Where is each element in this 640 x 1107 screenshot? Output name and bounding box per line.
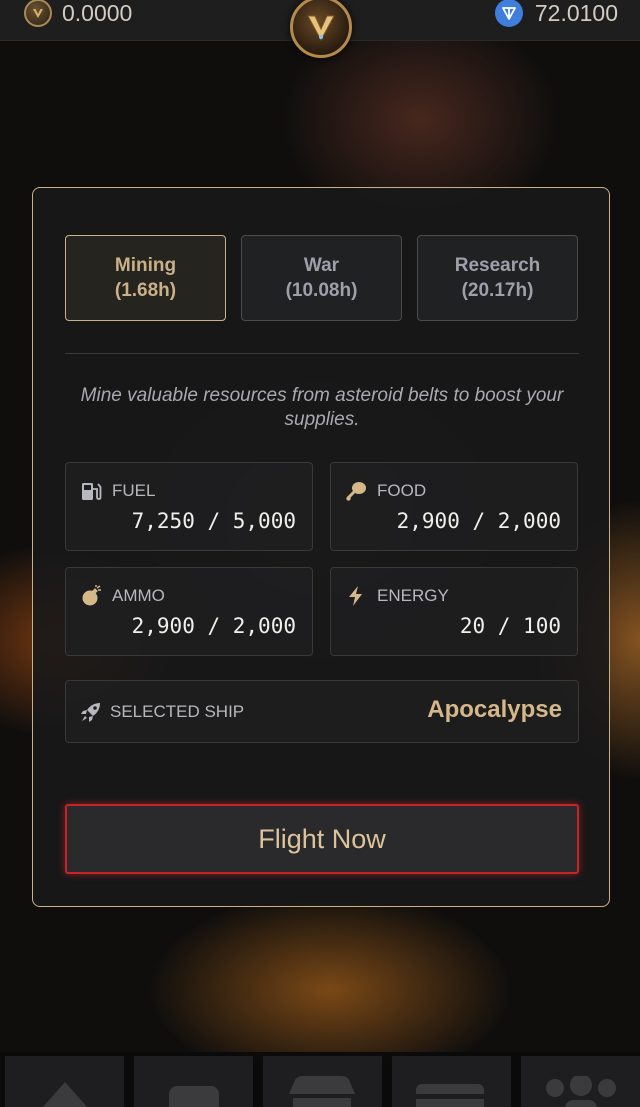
tab-label: Mining [114, 255, 177, 276]
wallet-icon [416, 1084, 484, 1107]
fuel-pump-icon [80, 480, 102, 502]
users-icon [546, 1076, 616, 1107]
nav-square[interactable] [134, 1056, 253, 1107]
resource-label: FUEL [112, 481, 156, 500]
tab-duration: (10.08h) [285, 280, 358, 301]
ship-name: Apocalypse [427, 696, 562, 723]
tab-research[interactable]: Research (20.17h) [417, 235, 578, 321]
bomb-icon [80, 585, 102, 607]
ship-label: SELECTED SHIP [110, 702, 245, 721]
resource-value: 7,250 / 5,000 [131, 509, 296, 533]
home-icon [42, 1082, 88, 1107]
tab-duration: (1.68h) [114, 280, 177, 301]
resource-value: 20 / 100 [459, 614, 561, 638]
nav-users[interactable] [521, 1056, 640, 1107]
mission-description: Mine valuable resources from asteroid be… [80, 385, 564, 430]
tab-mining[interactable]: Mining (1.68h) [65, 235, 226, 321]
v-emblem-icon[interactable] [290, 0, 352, 58]
store-icon [289, 1076, 355, 1107]
resource-label: AMMO [112, 586, 165, 605]
resource-value: 2,900 / 2,000 [131, 614, 296, 638]
v-balance-value: 0.0000 [62, 0, 133, 26]
rocket-icon [80, 701, 102, 723]
resource-ammo: AMMO 2,900 / 2,000 [65, 567, 313, 656]
v-coin-icon [24, 0, 52, 27]
tab-war[interactable]: War (10.08h) [241, 235, 402, 321]
resource-label: ENERGY [377, 586, 449, 605]
resource-food: FOOD 2,900 / 2,000 [330, 462, 578, 551]
resource-value: 2,900 / 2,000 [396, 509, 561, 533]
bolt-icon [345, 585, 367, 607]
bottom-nav [0, 1052, 640, 1107]
ton-balance: 72.0100 [494, 0, 618, 27]
drumstick-icon [345, 480, 367, 502]
ton-coin-icon [494, 0, 523, 27]
tab-label: Research [454, 255, 541, 276]
nav-store[interactable] [263, 1056, 382, 1107]
nav-home[interactable] [5, 1056, 124, 1107]
tab-duration: (20.17h) [461, 280, 534, 301]
divider [65, 353, 579, 354]
v-token-balance: 0.0000 [24, 0, 133, 27]
nav-wallet[interactable] [392, 1056, 511, 1107]
flight-now-button[interactable]: Flight Now [65, 804, 579, 874]
selected-ship[interactable]: SELECTED SHIP Apocalypse [65, 680, 579, 743]
mission-panel: Mining (1.68h) War (10.08h) Research (20… [32, 187, 610, 907]
square-icon [169, 1086, 219, 1107]
resource-label: FOOD [377, 481, 427, 500]
resource-energy: ENERGY 20 / 100 [330, 567, 578, 656]
ton-balance-value: 72.0100 [534, 0, 618, 26]
resource-fuel: FUEL 7,250 / 5,000 [65, 462, 313, 551]
tab-label: War [303, 255, 340, 276]
